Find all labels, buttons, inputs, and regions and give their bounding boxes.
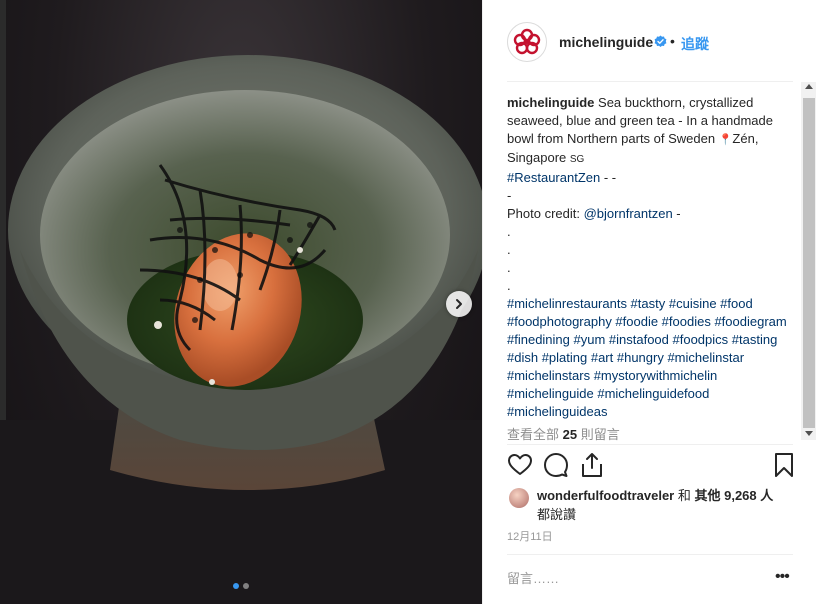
comments-scrollbar[interactable] — [801, 82, 816, 440]
scroll-up-arrow-icon[interactable] — [805, 84, 813, 89]
credit-suffix: - — [672, 206, 681, 221]
comments-scroll-area[interactable]: michelinguide Sea buckthorn, crystallize… — [507, 94, 799, 444]
verified-badge-icon — [654, 35, 667, 47]
caption-dot-line: . — [507, 242, 511, 257]
post-actions-bar — [507, 452, 797, 482]
more-comments-prefix: 查看全部 — [507, 427, 563, 442]
follow-button[interactable]: 追蹤 — [681, 34, 709, 54]
food-photo-image — [0, 55, 482, 604]
header-separator: • — [670, 33, 675, 49]
share-icon[interactable] — [579, 452, 605, 478]
caption-dot-line: . — [507, 278, 511, 293]
carousel-dot-active — [233, 583, 239, 589]
caption-username[interactable]: michelinguide — [507, 95, 594, 110]
carousel-dot — [243, 583, 249, 589]
header-divider — [507, 81, 793, 82]
likes-text: wonderfulfoodtraveler 和 其他 9,268 人都說讚 — [537, 486, 799, 524]
likes-others-link[interactable]: 其他 9,268 人 — [694, 488, 773, 503]
scrollbar-thumb[interactable] — [803, 98, 815, 428]
profile-avatar[interactable] — [507, 22, 547, 62]
post-side-panel: michelinguide • 追蹤 michelinguide Sea buc… — [482, 0, 816, 604]
caption-dashes: - - — [600, 170, 617, 185]
scroll-down-arrow-icon[interactable] — [805, 431, 813, 436]
flag-sg: SG — [569, 154, 585, 165]
carousel-indicator — [233, 583, 249, 589]
caption-credit-line: Photo credit: @bjornfrantzen - — [507, 205, 792, 223]
post-caption: michelinguide Sea buckthorn, crystallize… — [507, 94, 792, 421]
post-username[interactable]: michelinguide — [559, 34, 653, 50]
caption-dot-line: . — [507, 260, 511, 275]
hashtag-link[interactable]: #RestaurantZen — [507, 170, 600, 185]
caption-main: michelinguide Sea buckthorn, crystallize… — [507, 94, 792, 169]
caption-dot-line: . — [507, 224, 511, 239]
chevron-right-icon — [456, 299, 462, 309]
likes-and: 和 — [674, 488, 695, 503]
caption-restaurant-line: #RestaurantZen - - — [507, 169, 792, 187]
more-options-icon[interactable]: ••• — [775, 568, 790, 586]
comment-bubble-icon[interactable] — [543, 452, 569, 478]
comment-count: 25 — [562, 427, 578, 442]
post-photo[interactable] — [0, 0, 482, 604]
caption-dash-line: - — [507, 188, 512, 203]
comment-input[interactable]: 留言…… — [507, 568, 767, 587]
actions-divider — [507, 444, 793, 445]
michelin-star-logo-icon — [513, 28, 541, 55]
credit-prefix: Photo credit: — [507, 206, 584, 221]
comment-divider — [507, 554, 793, 555]
mention-link[interactable]: @bjornfrantzen — [584, 206, 673, 221]
more-comments-suffix: 則留言 — [577, 427, 620, 442]
liker-username[interactable]: wonderfulfoodtraveler — [537, 488, 674, 503]
view-all-comments-link[interactable]: 查看全部 25 則留言 — [507, 424, 620, 443]
post-header: michelinguide • 追蹤 — [483, 0, 816, 82]
liker-avatar[interactable] — [509, 488, 529, 508]
bookmark-icon[interactable] — [771, 452, 797, 478]
caption-hashtags[interactable]: #michelinrestaurants #tasty #cuisine #fo… — [507, 295, 792, 421]
post-timestamp[interactable]: 12月11日 — [507, 528, 553, 544]
heart-icon[interactable] — [507, 452, 533, 478]
likes-said: 都說讚 — [537, 507, 577, 522]
carousel-next-button[interactable] — [446, 291, 472, 317]
location-pin-icon: 📍 — [718, 134, 733, 146]
